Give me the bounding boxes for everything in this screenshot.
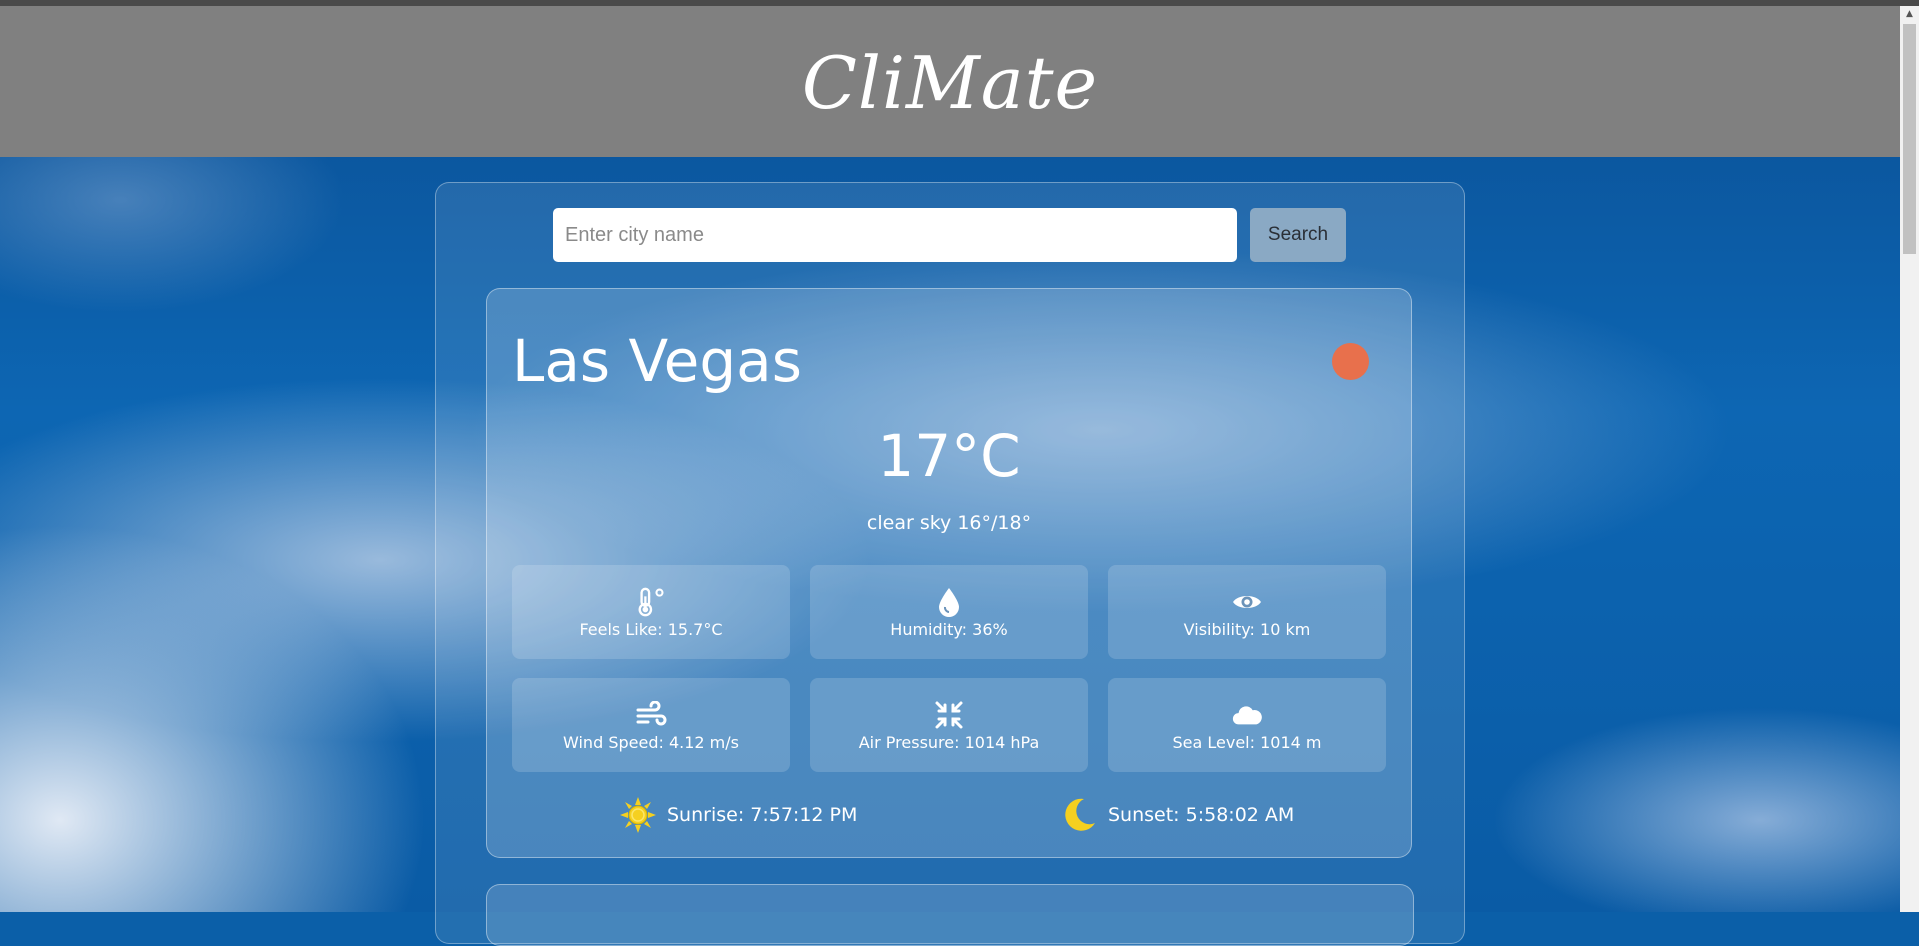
eye-icon (1231, 586, 1263, 618)
wind-speed-label: Wind Speed: 4.12 m/s (563, 732, 739, 752)
cloud-icon (1231, 699, 1263, 731)
air-pressure-label: Air Pressure: 1014 hPa (858, 732, 1040, 752)
humidity-label: Humidity: 36% (890, 619, 1008, 639)
humidity-tile: Humidity: 36% (810, 565, 1088, 659)
sea-level-label: Sea Level: 1014 m (1172, 732, 1322, 752)
moon-icon (1060, 796, 1098, 834)
weather-status-icon (1332, 343, 1369, 380)
app-title: CliMate (801, 40, 1099, 125)
sunrise-info: Sunrise: 7:57:12 PM (619, 796, 857, 834)
search-bar: Search (553, 208, 1346, 262)
scrollbar-thumb[interactable] (1903, 24, 1916, 254)
city-name: Las Vegas (512, 327, 802, 395)
city-search-input[interactable] (553, 208, 1237, 262)
forecast-card (486, 884, 1414, 946)
sunrise-label: Sunrise: 7:57:12 PM (667, 804, 858, 826)
search-button[interactable]: Search (1250, 208, 1346, 262)
wind-icon (635, 699, 667, 731)
sunset-label: Sunset: 5:58:02 AM (1108, 804, 1295, 826)
scroll-up-icon[interactable]: ▲ (1900, 6, 1919, 22)
sunset-info: Sunset: 5:58:02 AM (1060, 796, 1294, 834)
water-drop-icon (933, 586, 965, 618)
air-pressure-tile: Air Pressure: 1014 hPa (810, 678, 1088, 772)
thermometer-icon (635, 586, 667, 618)
visibility-tile: Visibility: 10 km (1108, 565, 1386, 659)
feels-like-tile: Feels Like: 15.7°C (512, 565, 790, 659)
sea-level-tile: Sea Level: 1014 m (1108, 678, 1386, 772)
app-header: CliMate (0, 6, 1900, 157)
visibility-label: Visibility: 10 km (1183, 619, 1311, 639)
wind-speed-tile: Wind Speed: 4.12 m/s (512, 678, 790, 772)
sun-icon (619, 796, 657, 834)
weather-description: clear sky 16°/18° (866, 512, 1032, 534)
compress-icon (933, 699, 965, 731)
current-temperature: 17°C (877, 422, 1021, 490)
feels-like-label: Feels Like: 15.7°C (579, 619, 723, 639)
